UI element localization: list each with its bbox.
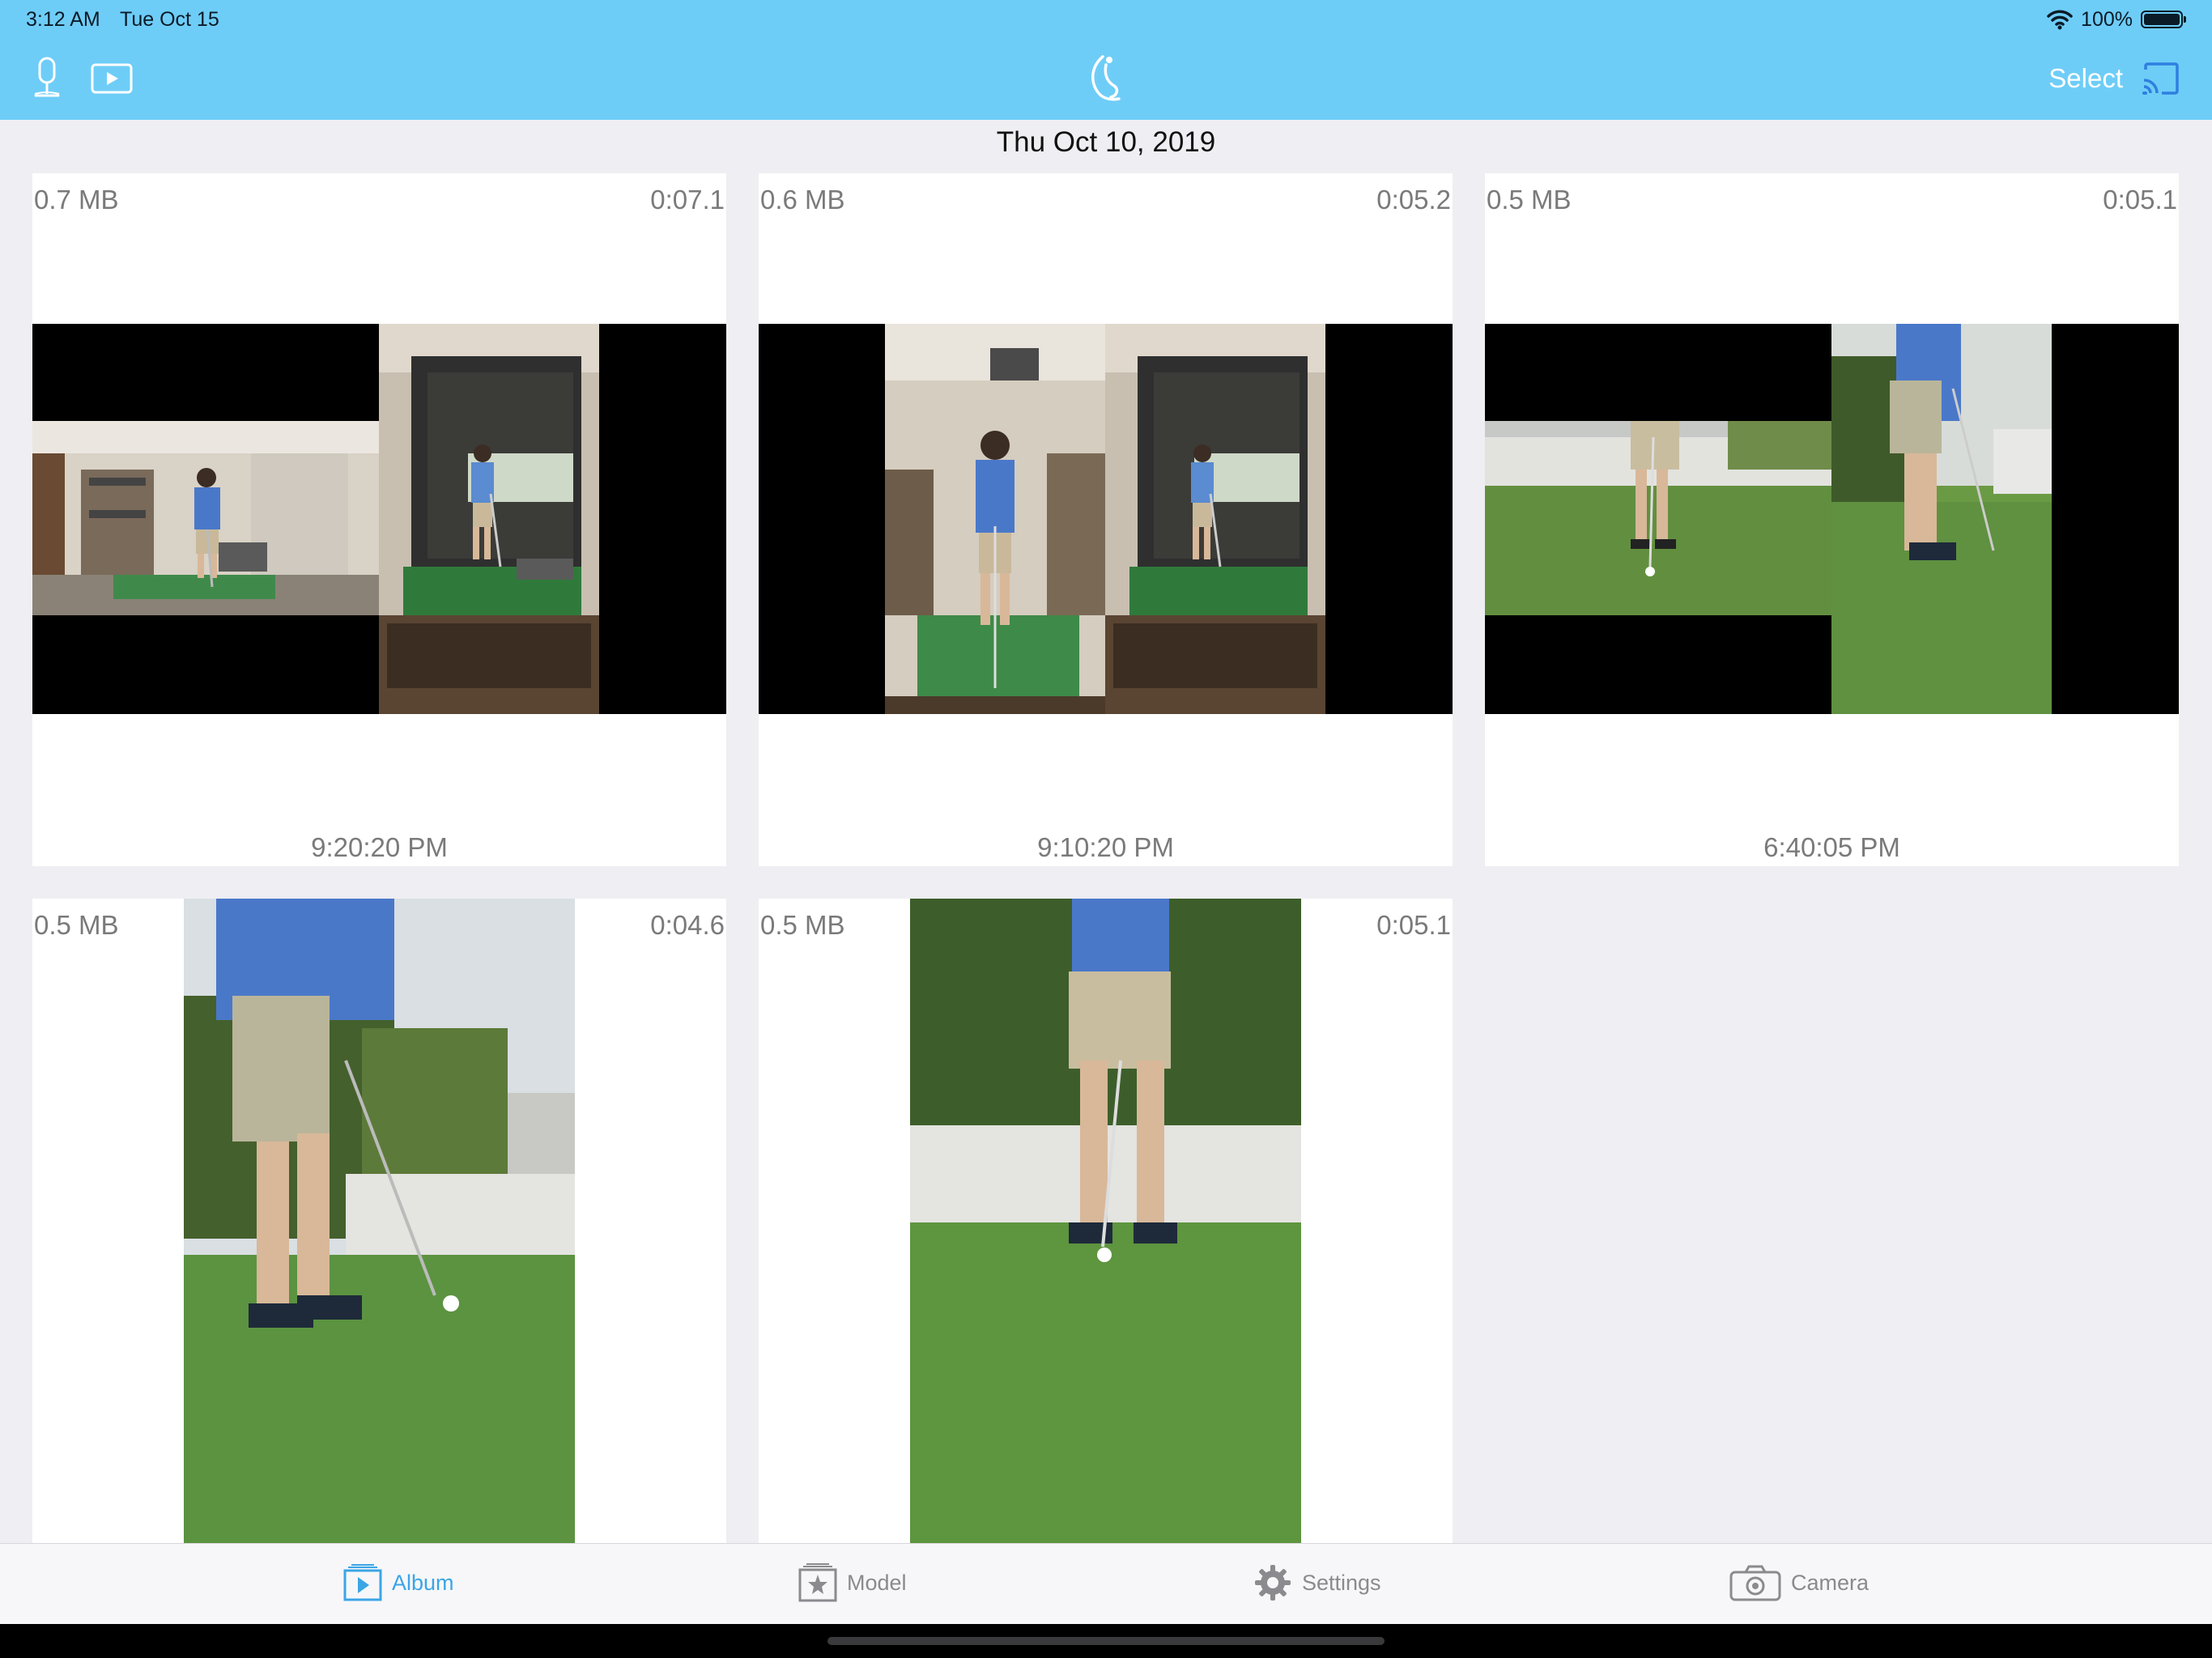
tab-settings-label: Settings bbox=[1302, 1570, 1381, 1595]
microphone-icon bbox=[34, 57, 60, 97]
video-card[interactable]: 0.5 MB 0:05.1 bbox=[1485, 173, 2179, 866]
tab-album-label: Album bbox=[392, 1570, 454, 1595]
file-size-label: 0.5 MB bbox=[1487, 185, 1572, 215]
tab-settings[interactable]: Settings bbox=[1253, 1558, 1381, 1607]
file-size-label: 0.7 MB bbox=[34, 185, 119, 215]
battery-percent: 100% bbox=[2081, 7, 2133, 31]
garage-side-swing-frame bbox=[1105, 324, 1325, 714]
microphone-button[interactable] bbox=[31, 57, 63, 99]
tab-bar: Album Model Settings Camera bbox=[0, 1543, 2212, 1625]
tab-album[interactable]: Album bbox=[343, 1558, 454, 1607]
backyard-putt-frame bbox=[1485, 421, 1831, 615]
duration-label: 0:07.1 bbox=[650, 185, 725, 215]
tab-camera-label: Camera bbox=[1791, 1570, 1870, 1595]
status-date: Tue Oct 15 bbox=[120, 8, 219, 31]
backyard-putt-front-frame bbox=[910, 899, 1301, 1543]
video-thumbnail bbox=[32, 324, 726, 714]
album-icon bbox=[343, 1564, 382, 1601]
settings-gear-icon bbox=[1255, 1565, 1291, 1601]
file-size-label: 0.5 MB bbox=[760, 910, 845, 940]
video-thumbnail bbox=[1485, 324, 2179, 714]
garage-front-swing-frame bbox=[885, 324, 1105, 714]
video-card[interactable]: 0.5 MB 0:04.6 bbox=[32, 899, 726, 1543]
golf-swing-logo-icon bbox=[1091, 55, 1121, 101]
backyard-putt-side-frame bbox=[1831, 324, 2052, 714]
video-card[interactable]: 0.5 MB 0:05.1 bbox=[759, 899, 1453, 1543]
camera-icon bbox=[1729, 1565, 1781, 1601]
garage-side-swing-frame bbox=[379, 324, 599, 714]
tab-model-label: Model bbox=[847, 1570, 907, 1595]
recorded-time-label: 6:40:05 PM bbox=[1763, 832, 1900, 862]
video-player-button[interactable] bbox=[91, 63, 133, 94]
battery-icon bbox=[2141, 11, 2186, 28]
video-card[interactable]: 0.6 MB 0:05.2 9:10:20 PM bbox=[759, 173, 1453, 866]
navigation-bar: 3:12 AM Tue Oct 15 100% Select bbox=[0, 0, 2212, 120]
status-indicators: 100% bbox=[2047, 6, 2186, 32]
home-indicator[interactable] bbox=[827, 1637, 1385, 1645]
duration-label: 0:05.1 bbox=[1376, 910, 1451, 940]
video-card[interactable]: 0.7 MB 0:07.1 9:20:20 PM bbox=[32, 173, 726, 866]
cast-icon bbox=[2142, 62, 2179, 95]
file-size-label: 0.6 MB bbox=[760, 185, 845, 215]
garage-swing-frame bbox=[32, 421, 379, 615]
app-logo-button[interactable] bbox=[1082, 53, 1130, 104]
duration-label: 0:05.2 bbox=[1376, 185, 1451, 215]
tab-camera[interactable]: Camera bbox=[1729, 1558, 1869, 1607]
recorded-time-label: 9:10:20 PM bbox=[1037, 832, 1174, 862]
section-date-header: Thu Oct 10, 2019 bbox=[996, 126, 1216, 158]
video-thumbnail bbox=[759, 324, 1453, 714]
duration-label: 0:05.1 bbox=[2103, 185, 2177, 215]
status-time: 3:12 AM bbox=[26, 8, 100, 31]
select-button[interactable]: Select bbox=[2048, 63, 2123, 94]
file-size-label: 0.5 MB bbox=[34, 910, 119, 940]
model-icon bbox=[798, 1563, 837, 1602]
tab-model[interactable]: Model bbox=[798, 1558, 907, 1607]
cast-button[interactable] bbox=[2141, 62, 2180, 96]
backyard-putt-closeup-frame bbox=[184, 899, 575, 1543]
play-screen-icon bbox=[91, 63, 133, 94]
recorded-time-label: 9:20:20 PM bbox=[311, 832, 448, 862]
duration-label: 0:04.6 bbox=[650, 910, 725, 940]
wifi-icon bbox=[2047, 10, 2073, 30]
